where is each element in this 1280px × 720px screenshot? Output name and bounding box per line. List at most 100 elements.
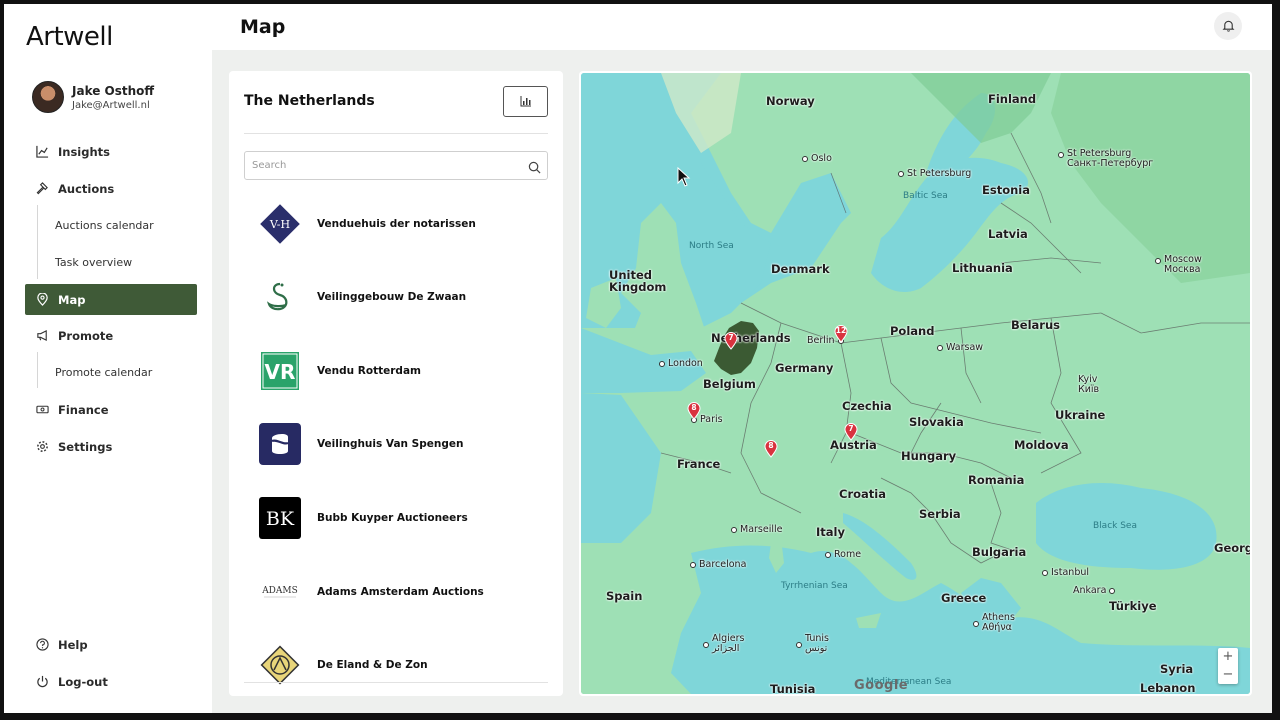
sidebar-item-logout[interactable]: Log-out — [25, 666, 197, 697]
sidebar-item-task-overview[interactable]: Task overview — [55, 256, 132, 269]
city-label: St Petersburg Санкт-Петербург — [1058, 149, 1153, 169]
sea-label: Tyrrhenian Sea — [781, 581, 848, 591]
gavel-icon — [35, 182, 49, 196]
svg-text:VR: VR — [265, 360, 296, 384]
sidebar-item-auctions[interactable]: Auctions — [25, 173, 197, 204]
sidebar-item-promote[interactable]: Promote — [25, 320, 197, 351]
vendu-rotterdam-logo: VR — [259, 350, 301, 392]
bell-icon — [1222, 17, 1235, 36]
list-item-name: Bubb Kuyper Auctioneers — [317, 512, 468, 524]
country-label: Denmark — [771, 262, 830, 276]
city-label: Moscow Москва — [1155, 255, 1202, 275]
sidebar-item-promote-calendar[interactable]: Promote calendar — [55, 366, 152, 379]
city-label: St Petersburg — [898, 168, 971, 179]
van-spengen-logo — [259, 423, 301, 465]
chart-line-icon — [35, 145, 49, 159]
list-item-name: Venduehuis der notarissen — [317, 218, 476, 230]
venduehuis-logo: V-H — [259, 203, 301, 245]
brand-logo[interactable]: Artwell — [26, 22, 113, 52]
list-item-name: Vendu Rotterdam — [317, 365, 421, 377]
country-label: Romania — [968, 473, 1025, 487]
country-label: Ukraine — [1055, 408, 1106, 422]
list-item[interactable]: Veilinggebouw De Zwaan — [259, 272, 539, 322]
chart-view-button[interactable] — [503, 86, 548, 117]
country-label: Norway — [766, 94, 815, 108]
country-label: Lithuania — [952, 261, 1013, 275]
user-email: Jake@Artwell.nl — [72, 99, 150, 111]
europe-map[interactable]: North Sea Baltic Sea Black Sea Tyrrhenia… — [581, 73, 1250, 694]
city-label: Algiers الجزائر — [703, 634, 745, 654]
sidebar-item-label: Map — [58, 292, 86, 307]
auction-marker[interactable]: 8 — [764, 440, 778, 458]
app-window: Artwell Jake Osthoff Jake@Artwell.nl Ins… — [4, 4, 1272, 713]
sidebar: Artwell Jake Osthoff Jake@Artwell.nl Ins… — [4, 4, 212, 713]
adams-logo: ADAMS — [259, 571, 301, 613]
sidebar-item-help[interactable]: Help — [25, 629, 197, 660]
auction-marker[interactable]: 8 — [687, 402, 701, 420]
sidebar-item-label: Promote — [58, 328, 114, 343]
user-profile[interactable]: Jake Osthoff Jake@Artwell.nl — [32, 81, 154, 113]
bubb-kuyper-logo: BK — [259, 497, 301, 539]
bar-chart-icon — [520, 92, 532, 111]
city-label: Athens Αθήνα — [973, 613, 1015, 633]
divider — [244, 133, 548, 134]
country-label: Hungary — [901, 449, 957, 463]
auction-houses-panel: The Netherlands V-H Venduehuis der notar… — [229, 71, 563, 696]
sea-label: Black Sea — [1093, 521, 1137, 531]
list-item-name: Veilinggebouw De Zwaan — [317, 291, 467, 303]
country-label: Slovakia — [909, 415, 964, 429]
google-attribution[interactable]: Google — [854, 678, 908, 693]
sidebar-item-auctions-calendar[interactable]: Auctions calendar — [55, 219, 154, 232]
zoom-control: + − — [1218, 648, 1238, 684]
swan-logo — [259, 276, 301, 318]
country-label: France — [677, 457, 721, 471]
city-label: Oslo — [802, 153, 832, 164]
list-item[interactable]: V-H Venduehuis der notarissen — [259, 199, 539, 249]
country-label: Spain — [606, 589, 643, 603]
country-label: Georgi — [1214, 541, 1250, 555]
country-label: Greece — [941, 591, 987, 605]
zoom-in-button[interactable]: + — [1218, 648, 1238, 666]
map-pin-icon — [35, 293, 49, 307]
list-item[interactable]: VR Vendu Rotterdam — [259, 346, 539, 396]
country-label: Türkiye — [1109, 599, 1157, 613]
notifications-button[interactable] — [1214, 12, 1242, 40]
auction-marker[interactable]: 12 — [834, 325, 848, 343]
panel-title: The Netherlands — [244, 93, 375, 109]
list-item[interactable]: ADAMS Adams Amsterdam Auctions — [259, 567, 539, 617]
sidebar-item-insights[interactable]: Insights — [25, 136, 197, 167]
search-box[interactable] — [244, 151, 548, 180]
auction-marker[interactable]: 7 — [724, 332, 738, 350]
user-name: Jake Osthoff — [72, 83, 155, 98]
gear-icon — [35, 440, 49, 454]
sidebar-item-finance[interactable]: Finance — [25, 394, 197, 425]
zoom-out-button[interactable]: − — [1218, 666, 1238, 684]
country-label: Serbia — [919, 507, 961, 521]
city-label: Warsaw — [937, 342, 983, 353]
sidebar-item-label: Log-out — [58, 674, 108, 689]
country-label: Germany — [775, 361, 834, 375]
sea-label: Baltic Sea — [903, 191, 948, 201]
sea-label: North Sea — [689, 241, 734, 251]
auction-marker[interactable]: 7 — [844, 423, 858, 441]
list-item[interactable]: BK Bubb Kuyper Auctioneers — [259, 493, 539, 543]
country-label: Czechia — [842, 399, 892, 413]
submenu-line — [37, 205, 38, 279]
country-label: Finland — [988, 92, 1037, 106]
sidebar-item-label: Finance — [58, 402, 109, 417]
country-label: Tunisia — [770, 682, 816, 694]
country-label: Belgium — [703, 377, 756, 391]
country-label: Italy — [816, 525, 845, 539]
megaphone-icon — [35, 329, 49, 343]
country-label: Moldova — [1014, 438, 1069, 452]
search-input[interactable] — [245, 152, 515, 179]
sidebar-item-label: Auctions — [58, 181, 115, 196]
list-item[interactable]: Veilinghuis Van Spengen — [259, 419, 539, 469]
search-icon[interactable] — [528, 159, 541, 178]
sidebar-item-map[interactable]: Map — [25, 284, 197, 315]
city-label: Rome — [825, 549, 861, 560]
country-label: Bulgaria — [972, 545, 1027, 559]
country-label: United Kingdom — [609, 268, 667, 294]
mouse-cursor-icon — [677, 166, 691, 191]
sidebar-item-settings[interactable]: Settings — [25, 431, 197, 462]
